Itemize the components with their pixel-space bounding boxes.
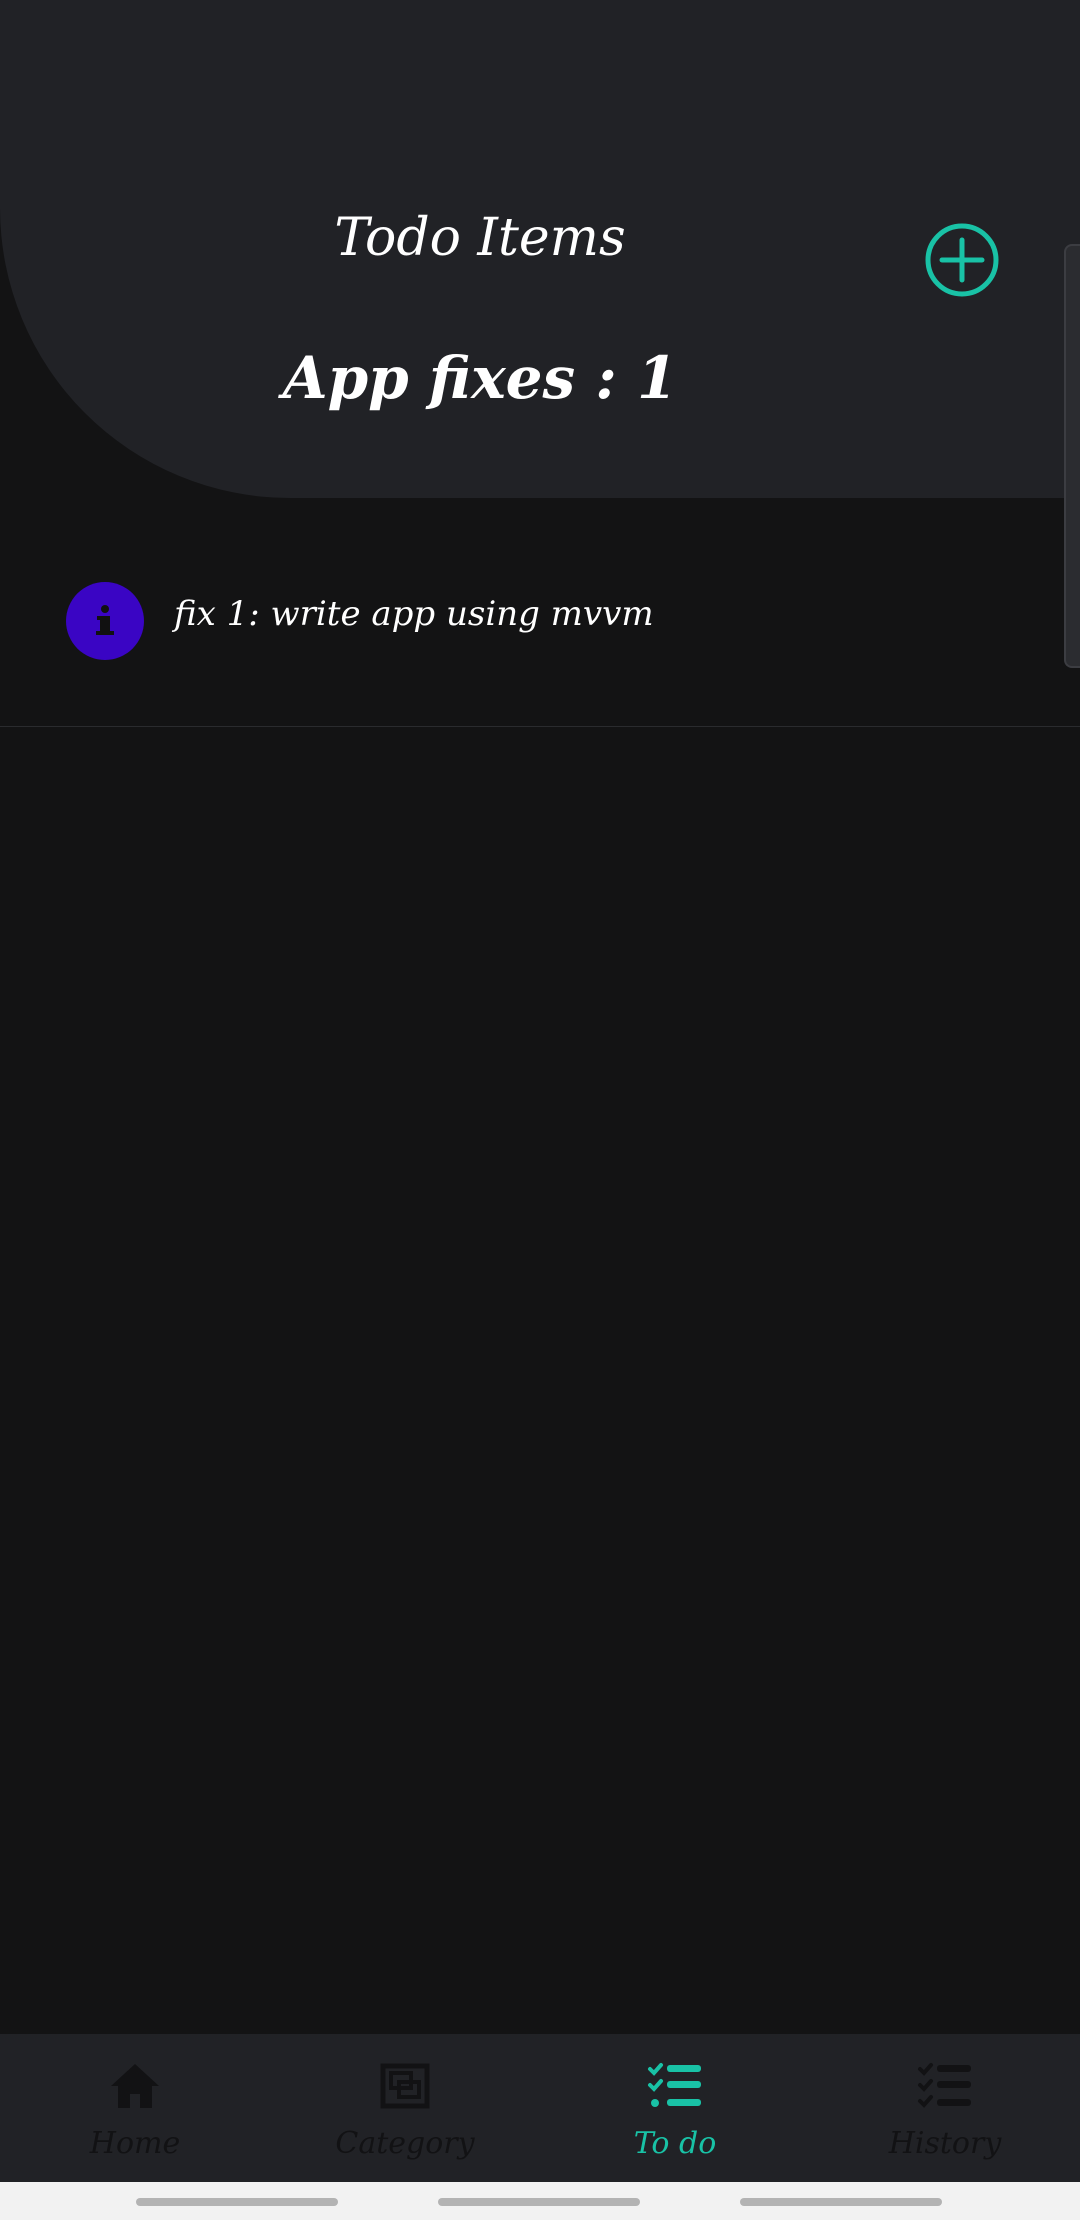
- home-icon: [111, 2064, 159, 2108]
- history-checklist-icon: [918, 2063, 971, 2108]
- app-fixes-count: App fixes : 1: [282, 344, 678, 412]
- header: Todo Items App fixes : 1: [0, 0, 1080, 498]
- info-icon: [66, 582, 144, 660]
- gesture-pill[interactable]: [438, 2198, 640, 2206]
- plus-circle-icon: [925, 223, 999, 297]
- page-title: Todo Items: [334, 208, 626, 268]
- list-item[interactable]: fix 1: write app using mvvm: [0, 498, 1080, 727]
- system-gesture-bar: [0, 2182, 1080, 2220]
- add-todo-button[interactable]: [922, 220, 1002, 300]
- nav-category[interactable]: Category: [270, 2034, 540, 2182]
- nav-history-label: History: [888, 2126, 1002, 2161]
- todo-list: fix 1: write app using mvvm: [0, 498, 1080, 727]
- bottom-navigation: Home Category To do History: [0, 2034, 1080, 2182]
- nav-category-label: Category: [335, 2126, 475, 2161]
- gesture-pill[interactable]: [136, 2198, 338, 2206]
- category-icon: [380, 2063, 430, 2109]
- nav-home[interactable]: Home: [0, 2034, 270, 2182]
- checklist-icon: [648, 2063, 701, 2107]
- nav-home-label: Home: [89, 2126, 181, 2161]
- gesture-pill[interactable]: [740, 2198, 942, 2206]
- nav-todo[interactable]: To do: [540, 2034, 810, 2182]
- todo-item-text: fix 1: write app using mvvm: [174, 594, 654, 634]
- nav-history[interactable]: History: [810, 2034, 1080, 2182]
- nav-todo-label: To do: [633, 2126, 717, 2161]
